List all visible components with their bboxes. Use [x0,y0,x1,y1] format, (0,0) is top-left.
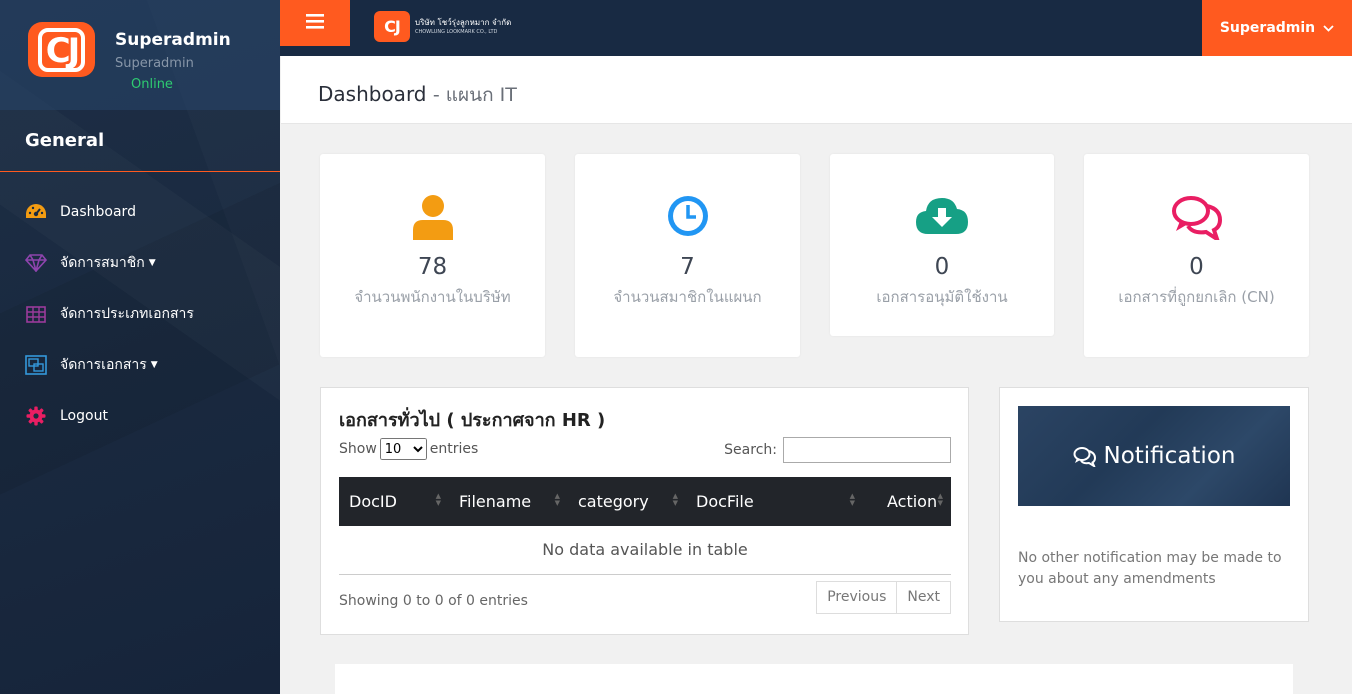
stat-value: 7 [680,254,695,280]
section-title: General [25,130,105,151]
profile-panel: CJ Superadmin Superadmin Online [0,0,280,110]
caret-down-icon: ▼ [148,258,156,268]
sort-icon: ▲ ▼ [554,492,560,507]
sort-icon: ▲ ▼ [849,492,855,507]
page-subtitle: - แผนก IT [432,84,517,106]
cloud-download-icon [830,194,1054,242]
table-icon [25,303,47,325]
sidebar-item-dashboard[interactable]: Dashboard [25,200,136,224]
show-entries: Show 10 25 50 100 entries [339,438,478,460]
table-search: Search: [724,437,951,463]
object-group-icon [25,354,47,376]
section-divider [0,171,280,172]
sidebar-item-label: Logout [60,408,108,424]
table-info: Showing 0 to 0 of 0 entries [339,593,528,609]
column-header-filename[interactable]: Filename ▲ ▼ [449,477,568,526]
sidebar-item-documents[interactable]: จัดการเอกสาร ▼ [25,353,158,377]
documents-panel: เอกสารทั่วไป ( ประกาศจาก HR ) Show 10 25… [320,387,969,635]
notification-title: Notification [1103,443,1236,469]
user-menu-label: Superadmin [1219,20,1316,36]
sidebar-item-logout[interactable]: Logout [25,404,108,428]
sort-icon: ▲ ▼ [937,492,943,507]
stat-value: 0 [934,254,950,280]
stat-label: เอกสารอนุมัติใช้งาน [876,288,1008,306]
next-page-button[interactable]: Next [897,581,951,614]
sidebar-item-label: จัดการเอกสาร [60,357,147,373]
sort-icon: ▲ ▼ [435,492,441,507]
tachometer-icon [25,201,47,223]
user-icon [320,194,545,242]
sidebar-item-doc-types[interactable]: จัดการประเภทเอกสาร [25,302,194,326]
diamond-icon [25,252,47,274]
company-logo: CJ [28,22,95,77]
hamburger-icon [306,13,324,33]
sort-icon: ▲ ▼ [672,492,678,507]
column-header-category[interactable]: category ▲ ▼ [568,477,686,526]
stat-value: 0 [1189,254,1204,280]
notification-text: No other notification may be made to you… [1018,550,1282,587]
sidebar: CJ Superadmin Superadmin Online General … [0,0,280,694]
stat-value: 78 [417,254,448,280]
search-label: Search: [724,442,777,458]
brand-name-english: CHOWLUNG LOOKMARK CO., LTD [415,28,498,35]
profile-name: Superadmin [115,30,231,50]
comments-icon [1073,446,1096,467]
user-menu-button[interactable]: Superadmin [1202,0,1352,56]
page-header: Dashboard - แผนก IT [281,56,1352,124]
brand-name-thai: บริษัท โชว์รุ่งลูกหมาก จำกัด [415,17,512,27]
stat-card-cancelled-docs: 0 เอกสารที่ถูกยกเลิก (CN) [1084,154,1309,357]
column-header-docid[interactable]: DocID ▲ ▼ [339,477,449,526]
stat-card-members: 7 จำนวนสมาชิกในแผนก [575,154,800,357]
sidebar-item-label: จัดการสมาชิก [60,255,145,271]
stat-label: เอกสารที่ถูกยกเลิก (CN) [1118,288,1275,306]
column-header-action[interactable]: Action ▲ ▼ [863,477,951,526]
clock-icon [575,194,800,242]
documents-table: DocID ▲ ▼ Filename ▲ ▼ category ▲ ▼ DocFile ▲ ▼ … [339,477,951,575]
page-title: Dashboard - แผนก IT [318,82,517,106]
chevron-down-icon [1323,20,1334,36]
brand-logo[interactable]: CJ บริษัท โชว์รุ่งลูกหมาก จำกัด CHOWLUNG… [374,11,511,42]
caret-down-icon: ▼ [150,360,158,370]
profile-role: Superadmin [115,56,194,71]
brand-mark: CJ [374,11,410,42]
entries-label: entries [429,441,479,457]
stat-label: จำนวนพนักงานในบริษัท [354,288,511,306]
show-label: Show [339,441,377,457]
content-card [335,664,1293,694]
stat-label: จำนวนสมาชิกในแผนก [613,288,762,306]
pagination: Previous Next [816,581,951,614]
empty-table-message: No data available in table [339,526,951,575]
notification-panel: Notification No other notification may b… [999,387,1309,622]
table-row: No data available in table [339,526,951,575]
column-header-docfile[interactable]: DocFile ▲ ▼ [686,477,863,526]
page-size-select[interactable]: 10 25 50 100 [379,438,427,460]
previous-page-button[interactable]: Previous [816,581,898,614]
gear-icon [25,405,47,427]
notification-banner: Notification [1018,406,1290,506]
panel-title: เอกสารทั่วไป ( ประกาศจาก HR ) [339,410,606,431]
sidebar-item-members[interactable]: จัดการสมาชิก ▼ [25,251,156,275]
profile-status: Online [131,77,173,92]
stat-card-approved-docs: 0 เอกสารอนุมัติใช้งาน [830,154,1054,336]
comments-icon [1084,194,1309,242]
sidebar-item-label: จัดการประเภทเอกสาร [60,306,194,322]
search-input[interactable] [783,437,951,463]
menu-toggle-button[interactable] [280,0,350,46]
stat-card-employees: 78 จำนวนพนักงานในบริษัท [320,154,545,357]
top-navbar: CJ บริษัท โชว์รุ่งลูกหมาก จำกัด CHOWLUNG… [280,0,1352,56]
table-header-row: DocID ▲ ▼ Filename ▲ ▼ category ▲ ▼ DocFile ▲ ▼ … [339,477,951,526]
sidebar-item-label: Dashboard [60,204,136,220]
